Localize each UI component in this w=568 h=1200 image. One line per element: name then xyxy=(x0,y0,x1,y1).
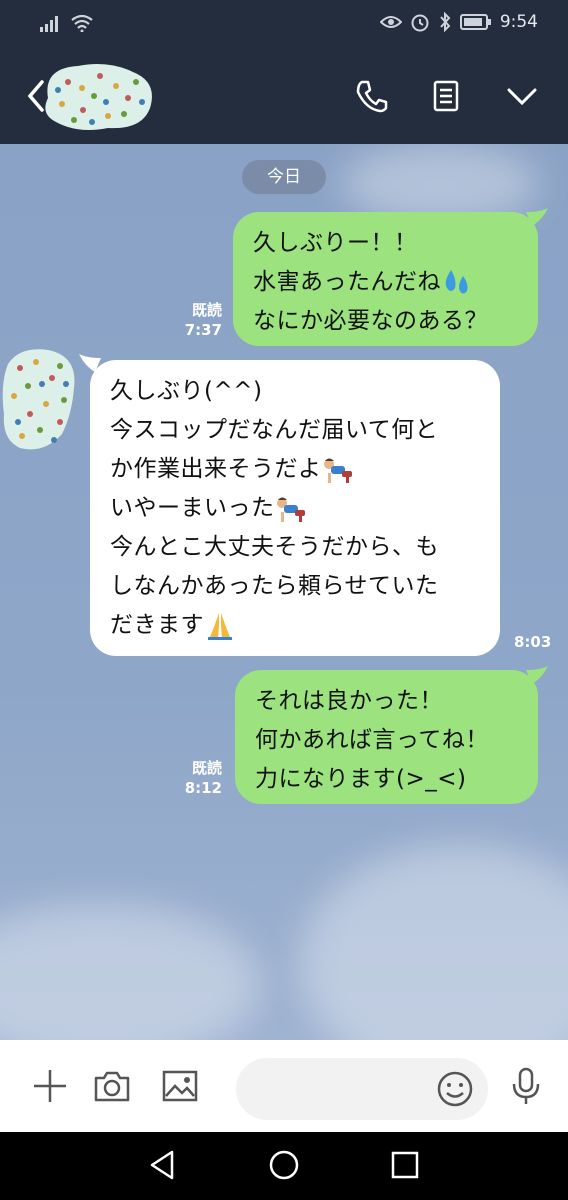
back-triangle-icon[interactable] xyxy=(146,1148,180,1182)
message-line: 水害あったんだね xyxy=(253,263,518,302)
chevron-down-icon[interactable] xyxy=(504,78,540,114)
background-cloud xyxy=(0,904,260,1040)
notes-icon[interactable] xyxy=(428,78,464,114)
recents-square-icon[interactable] xyxy=(388,1148,422,1182)
smiley-icon[interactable] xyxy=(436,1070,474,1108)
status-bar: 9:54 xyxy=(0,0,568,48)
message-line: しなんかあったら頼らせていた xyxy=(110,573,439,599)
message-line-text: か作業出来そうだよ xyxy=(110,456,322,482)
read-label: 既読 xyxy=(191,301,222,319)
message-input-bar xyxy=(0,1040,568,1132)
microphone-icon[interactable] xyxy=(506,1066,546,1106)
read-receipt: 既読 8:12 xyxy=(176,758,222,798)
alarm-icon xyxy=(411,14,429,32)
camera-icon[interactable] xyxy=(92,1066,132,1106)
message-input[interactable] xyxy=(236,1058,488,1120)
bluetooth-icon xyxy=(440,12,451,32)
message-bubble-received[interactable]: 久しぶり(^^) 今スコップだなんだ届いて何と か作業出来そうだよ いやーまいっ… xyxy=(90,360,500,656)
message-line: それは良かった！ xyxy=(255,688,443,714)
message-line-text: 水害あったんだね xyxy=(253,269,441,295)
message-line: 今んとこ大丈夫そうだから、も xyxy=(110,534,439,560)
peer-avatar-obscured[interactable] xyxy=(0,344,82,454)
home-circle-icon[interactable] xyxy=(267,1148,301,1182)
navigation-bar xyxy=(0,1132,568,1200)
message-line: 何かあれば言ってね！ xyxy=(255,727,489,753)
message-time: 8:12 xyxy=(184,779,222,797)
background-cloud xyxy=(300,844,568,1040)
person-crawling-emoji-icon xyxy=(323,458,352,483)
message-time: 8:03 xyxy=(514,633,552,651)
battery-icon xyxy=(459,14,491,30)
contact-name-obscured[interactable] xyxy=(38,58,158,136)
image-icon[interactable] xyxy=(160,1066,200,1106)
message-bubble-sent[interactable]: 久しぶりー！！ 水害あったんだね なにか必要なのある？ xyxy=(233,212,538,346)
chat-header xyxy=(0,48,568,144)
message-line: 力になります(>_<) xyxy=(255,766,467,792)
phone-icon[interactable] xyxy=(354,78,390,114)
date-divider: 今日 xyxy=(242,160,326,194)
eye-icon xyxy=(379,16,402,28)
message-line-text: だきます xyxy=(110,612,204,638)
wifi-icon xyxy=(71,14,93,32)
message-line: 久しぶり(^^) xyxy=(110,378,263,404)
folded-hands-emoji-icon xyxy=(208,612,232,640)
person-crawling-emoji-icon xyxy=(276,497,305,522)
sweat-drops-emoji-icon xyxy=(445,269,468,293)
status-time: 9:54 xyxy=(499,12,538,32)
message-time: 7:37 xyxy=(184,321,222,339)
message-bubble-sent[interactable]: それは良かった！ 何かあれば言ってね！ 力になります(>_<) xyxy=(235,670,538,804)
read-receipt: 既読 7:37 xyxy=(176,300,222,340)
message-line: いやーまいった xyxy=(110,489,480,528)
read-label: 既読 xyxy=(191,759,222,777)
plus-icon[interactable] xyxy=(30,1066,70,1106)
chat-area[interactable]: 今日 既読 7:37 久しぶりー！！ 水害あったんだね なにか必要なのある？ 久… xyxy=(0,144,568,1040)
message-line: 今スコップだなんだ届いて何と xyxy=(110,417,439,443)
signal-icon xyxy=(40,16,58,32)
message-line-text: いやーまいった xyxy=(110,495,275,521)
message-line: なにか必要なのある？ xyxy=(253,308,488,334)
message-line: 久しぶりー！！ xyxy=(253,230,418,256)
message-line: だきます xyxy=(110,606,480,645)
message-line: か作業出来そうだよ xyxy=(110,450,480,489)
